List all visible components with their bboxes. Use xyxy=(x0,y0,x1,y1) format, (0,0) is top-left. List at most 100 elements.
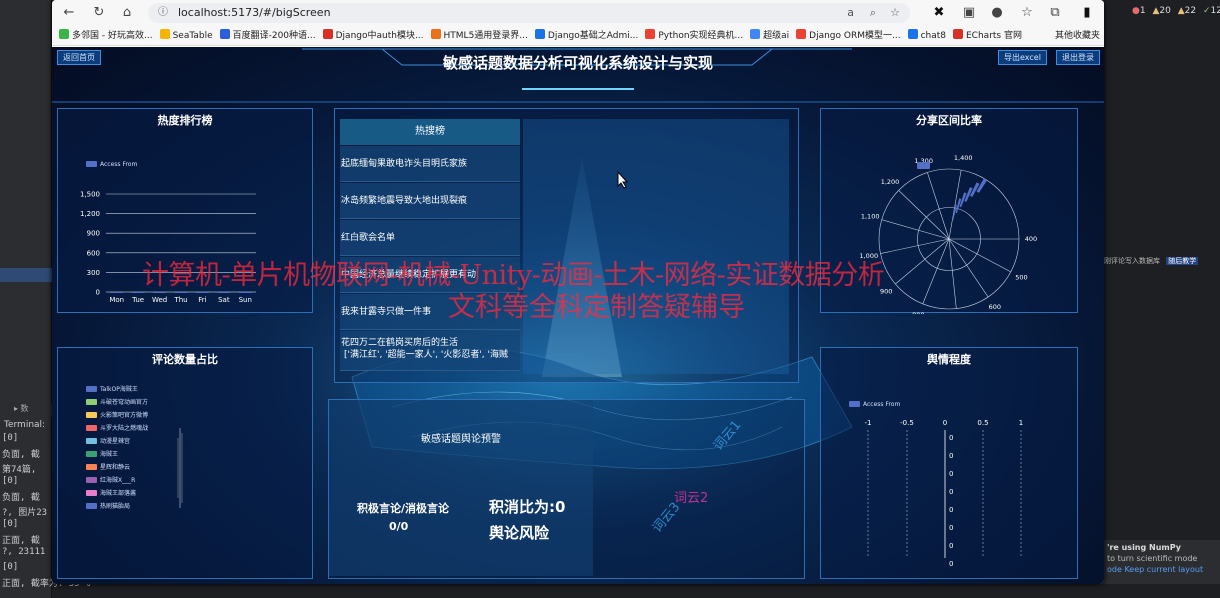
polar-legend-swatch xyxy=(917,162,930,169)
logout-button[interactable]: 退出登录 xyxy=(1056,50,1100,65)
polar-spoke xyxy=(948,238,957,309)
x-tick-label: -1 xyxy=(865,419,872,427)
bookmark-label: Django中auth模块... xyxy=(335,31,424,41)
polar-tick-label: 1,400 xyxy=(954,154,973,162)
bookmark-item[interactable]: SeaTable xyxy=(159,26,213,45)
bookmark-label: HTML5通用登录界... xyxy=(443,31,528,41)
legend-item[interactable]: 红海贼X___R xyxy=(86,475,135,484)
legend-swatch xyxy=(86,490,97,496)
legend-item[interactable]: 斗破苍穹动画官方 xyxy=(86,397,148,406)
info-icon[interactable]: ⓘ xyxy=(158,3,168,23)
risk-label: 舆论风险 xyxy=(489,524,550,542)
legend-label: 斗破苍穹动画官方 xyxy=(100,399,149,406)
map-label-2: 词云2 xyxy=(674,491,709,506)
bookmark-item[interactable]: Django基础之Admi... xyxy=(534,26,639,45)
polar-spoke xyxy=(880,238,950,254)
bookmark-item[interactable]: 多邻国 - 好玩高效... xyxy=(59,26,153,45)
legend-swatch xyxy=(86,477,97,483)
terminal-title: Terminal: xyxy=(4,420,46,430)
hot-search-item-label: 红白歌会名单 xyxy=(341,233,396,243)
bookmark-label: Django ORM模型一... xyxy=(809,31,901,41)
bookmark-favicon-icon xyxy=(59,29,69,39)
bookmark-item[interactable]: chat8 xyxy=(907,26,946,45)
console-line: ?, 图片23 xyxy=(2,507,48,518)
legend-swatch xyxy=(86,464,97,470)
x-tick-label: Tue xyxy=(131,296,144,304)
bookmark-label: 超级ai xyxy=(763,31,790,41)
other-bookmarks-folder[interactable]: 其他收藏夹 xyxy=(1055,26,1100,45)
data-label: 0 xyxy=(949,470,953,478)
legend-item[interactable]: 火影策吧官方微博 xyxy=(86,410,148,419)
polar-tick-label: 1,100 xyxy=(861,212,880,220)
hot-search-panel: 热搜榜 起底缅甸果敢电诈头目明氏家族 冰岛频繁地震导致大地出现裂痕 红白歌会名单 中国… xyxy=(334,108,799,383)
ratio-label: 积消比为:0 xyxy=(489,498,566,516)
bookmark-item[interactable]: ECharts 官网 xyxy=(953,26,1022,45)
bookmark-favicon-icon xyxy=(159,29,170,39)
ide-tree-item[interactable]: ▸ 数 xyxy=(0,403,52,417)
bookmark-item[interactable]: Python实现经典机... xyxy=(645,26,743,45)
hot-search-item-label: 花四万二在鹤岗买房后的生活 xyxy=(341,338,459,348)
favorite-star-icon[interactable]: ☆ xyxy=(890,3,900,23)
x-tick-label: Fri xyxy=(198,296,206,304)
bookmark-item[interactable]: 超级ai xyxy=(750,26,790,45)
bookmark-label: SeaTable xyxy=(172,31,213,41)
bookmark-item[interactable]: Django中auth模块... xyxy=(322,26,424,45)
bookmark-favicon-icon xyxy=(750,29,761,39)
translate-icon[interactable]: a xyxy=(847,3,854,23)
legend-swatch xyxy=(86,412,97,418)
data-label: 0 xyxy=(949,524,953,532)
console-line: 第74篇, xyxy=(2,464,37,475)
hot-search-item[interactable]: 冰岛频繁地震导致大地出现裂痕 xyxy=(340,183,520,219)
bookmark-label: Django基础之Admi... xyxy=(547,31,639,41)
bookmark-item[interactable]: 百度翻译-200种语... xyxy=(219,26,316,45)
inspection-counters[interactable]: ●1 ▲20 ▲22 ✓12 xyxy=(1132,6,1220,16)
bookmark-item[interactable]: Django ORM模型一... xyxy=(796,26,901,45)
export-excel-button[interactable]: 导出excel xyxy=(998,50,1047,65)
sidebar-icon[interactable]: ▮ xyxy=(1078,4,1096,22)
favorites-icon[interactable]: ☆ xyxy=(1018,4,1036,22)
extension-x-icon[interactable]: ✖ xyxy=(930,4,948,22)
keep-layout-link[interactable]: Keep current layout xyxy=(1124,565,1203,574)
bar xyxy=(217,292,231,293)
hot-search-item[interactable]: 起底缅甸果敢电诈头目明氏家族 xyxy=(340,146,520,182)
polar-spoke xyxy=(948,238,989,298)
bar xyxy=(153,292,166,293)
back-icon[interactable]: ← xyxy=(60,4,78,22)
bar xyxy=(174,292,188,293)
extension-circle-icon[interactable]: ● xyxy=(988,4,1006,22)
legend-item[interactable]: 海贼王 xyxy=(86,449,118,458)
ide-selected-row[interactable] xyxy=(0,268,52,282)
sentiment-panel: 舆情程度 Access From -1 -0.5 0 0.5 1 0 0 0 0 0 0 0 0 xyxy=(820,347,1078,579)
bookmark-favicon-icon xyxy=(219,29,230,39)
reload-icon[interactable]: ↻ xyxy=(90,4,108,22)
watermark-line-2: 文科等全科定制答疑辅导 xyxy=(448,292,745,323)
legend-item[interactable]: 热刷猫胎局 xyxy=(86,501,130,510)
y-tick-label: 1,200 xyxy=(80,210,100,218)
legend-item[interactable]: TalkOP海贼王 xyxy=(86,384,138,393)
bookmark-favicon-icon xyxy=(322,29,333,39)
address-bar[interactable]: ⓘ localhost:5173/#/bigScreen a ⌕ ☆ xyxy=(148,3,910,23)
bookmarks-bar: 多邻国 - 好玩高效... SeaTable 百度翻译-200种语... Django… xyxy=(52,26,1104,46)
extension-icon[interactable]: ▣ xyxy=(960,4,978,22)
numpy-link-mode[interactable]: ode xyxy=(1107,565,1122,574)
polar-tick-label: 400 xyxy=(1025,235,1037,243)
bar xyxy=(238,292,252,293)
home-icon[interactable]: ⌂ xyxy=(118,4,136,22)
console-line: 负面, 截 xyxy=(2,450,40,461)
legend-item[interactable]: 星辉和静云 xyxy=(86,462,130,471)
legend-item[interactable]: 动漫星辣宫 xyxy=(86,436,130,445)
ide-right-panel: ●1 ▲20 ▲22 ✓12 刚评论写入数据库 随后教学 're using N… xyxy=(1104,0,1220,598)
console-line: [0] xyxy=(2,475,19,486)
x-tick-label: Mon xyxy=(109,296,124,304)
polar-tick-label: 1,200 xyxy=(881,178,900,186)
legend-label: 红海贼X___R xyxy=(100,477,136,484)
hot-search-item[interactable]: 红白歌会名单 xyxy=(340,220,520,256)
collections-icon[interactable]: ⧉ xyxy=(1046,4,1064,22)
hot-search-item[interactable]: 花四万二在鹤岗买房后的生活 ['满江红', '超能一家人', '火影忍者', '海… xyxy=(340,331,520,371)
x-tick-label: 0 xyxy=(943,419,947,427)
legend-item[interactable]: 斗罗大陆之燃魂战 xyxy=(86,423,148,432)
zoom-icon[interactable]: ⌕ xyxy=(870,3,876,23)
bookmark-item[interactable]: HTML5通用登录界... xyxy=(430,26,528,45)
legend-item[interactable]: 海贼王部落酱 xyxy=(86,488,136,497)
x-tick-label: Wed xyxy=(152,296,167,304)
